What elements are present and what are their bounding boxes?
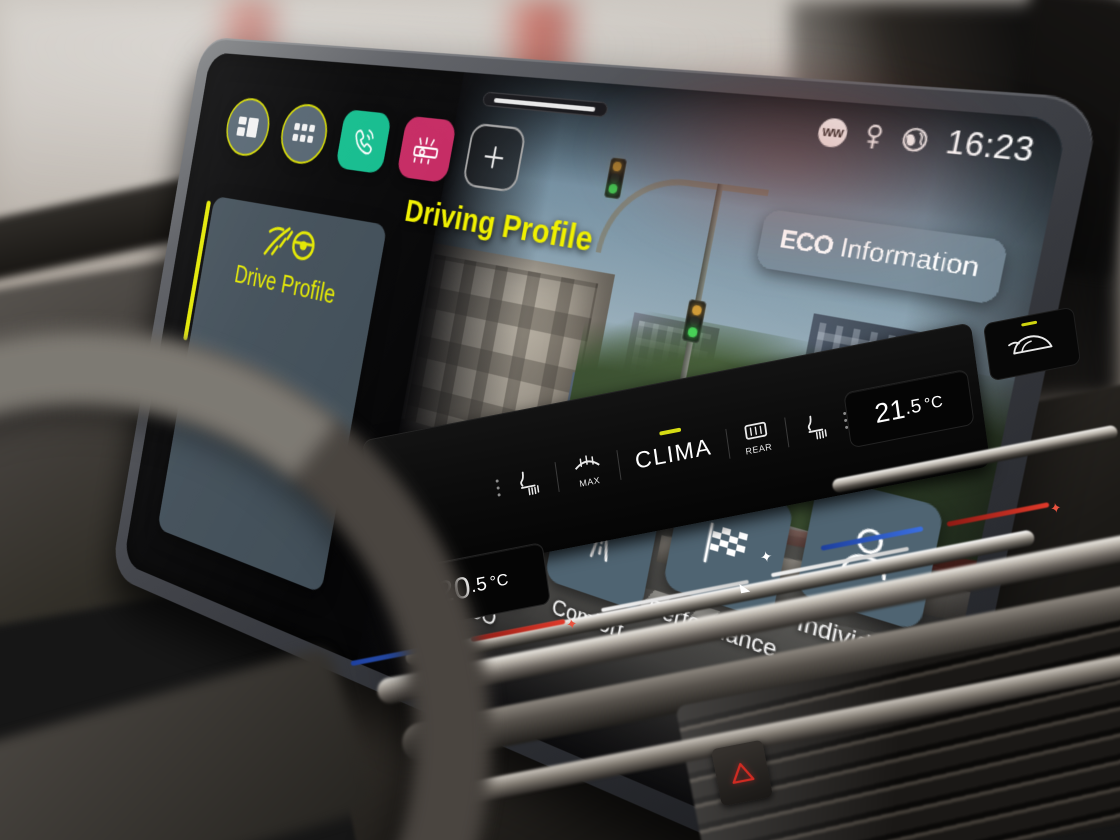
front-defrost-button[interactable]: MAX bbox=[571, 451, 605, 489]
clock: 16:23 bbox=[942, 124, 1038, 169]
status-bar: WW 16:23 bbox=[815, 113, 1038, 169]
add-shortcut-icon[interactable] bbox=[461, 122, 528, 193]
drive-profile-card-label: Drive Profile bbox=[232, 260, 338, 310]
rear-defrost-button[interactable]: REAR bbox=[742, 419, 773, 457]
hazard-lights-button[interactable] bbox=[710, 739, 774, 807]
driver-temp-dec: .5 bbox=[469, 573, 489, 598]
screen-drag-handle[interactable] bbox=[481, 91, 610, 118]
clima-button[interactable]: CLIMA bbox=[633, 433, 713, 475]
passenger-temp-unit: °C bbox=[923, 392, 945, 414]
car-interior-photo: WW 16:23 ECO Information Drive Profile D… bbox=[0, 0, 1120, 840]
drive-profile-icon bbox=[260, 217, 322, 269]
eco-info-prefix: ECO bbox=[777, 225, 836, 262]
seat-heating-right-button[interactable] bbox=[801, 410, 830, 443]
driver-temp-unit: °C bbox=[488, 571, 510, 592]
seat-level-dots-left bbox=[495, 479, 501, 497]
passenger-temp-dec: .5 bbox=[903, 394, 923, 419]
apps-grid-icon[interactable] bbox=[276, 101, 332, 167]
phone-icon[interactable] bbox=[335, 109, 393, 175]
rear-defrost-label: REAR bbox=[744, 441, 773, 457]
defrost-active-indicator bbox=[1021, 320, 1038, 327]
passenger-temperature[interactable]: 21.5 °C bbox=[843, 368, 975, 448]
eco-information-button[interactable]: ECO Information bbox=[754, 208, 1009, 306]
hazard-triangle-icon bbox=[732, 763, 755, 784]
dock-bar bbox=[222, 96, 528, 194]
eco-info-suffix: Information bbox=[830, 232, 982, 284]
home-dashboard-icon[interactable] bbox=[222, 96, 274, 159]
front-defrost-label: MAX bbox=[578, 474, 601, 489]
wifi-hotspot-icon[interactable]: WW bbox=[815, 116, 850, 148]
divider bbox=[616, 449, 622, 480]
page-title: Driving Profile bbox=[402, 194, 597, 260]
divider bbox=[725, 428, 731, 459]
divider bbox=[784, 416, 790, 447]
globe-icon[interactable] bbox=[899, 126, 930, 154]
car-wash-icon[interactable] bbox=[396, 115, 458, 184]
location-pin-icon[interactable] bbox=[861, 122, 886, 150]
checkered-flag-icon bbox=[697, 515, 757, 579]
divider bbox=[554, 461, 560, 492]
passenger-temp-int: 21 bbox=[872, 393, 908, 430]
seat-heating-left-button[interactable] bbox=[514, 466, 543, 499]
